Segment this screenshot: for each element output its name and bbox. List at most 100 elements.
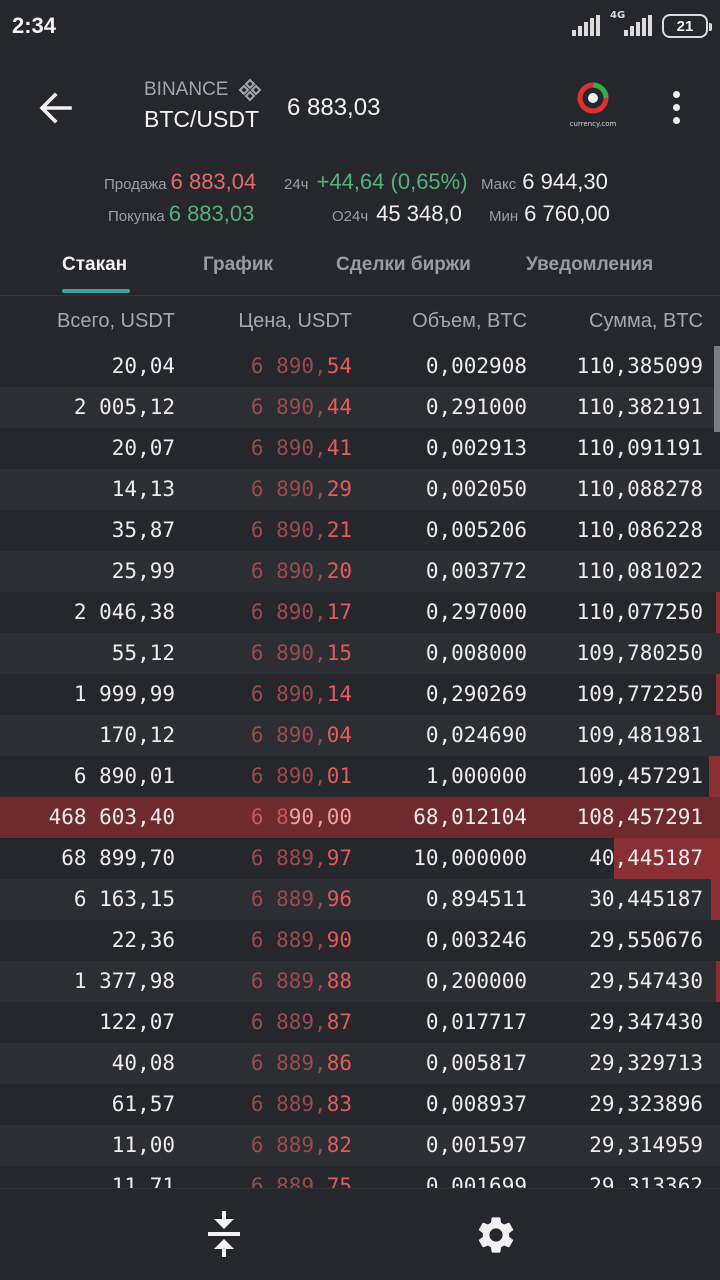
order-book-row[interactable]: 11,00 0,001597 29,314959 6 889,82	[0, 1125, 720, 1166]
row-price-prefix: 6 890,	[250, 641, 327, 665]
row-price: 6 890,44	[251, 395, 352, 419]
signal-4g-icon: 4G	[610, 10, 652, 36]
row-price-prefix: 6 889,	[250, 1174, 327, 1188]
row-total: 22,36	[111, 928, 175, 952]
order-book-row[interactable]: 61,57 0,008937 29,323896 6 889,83	[0, 1084, 720, 1125]
order-book-row[interactable]: 25,99 0,003772 110,081022 6 890,20	[0, 551, 720, 592]
order-book-row[interactable]: 35,87 0,005206 110,086228 6 890,21	[0, 510, 720, 551]
order-book-header: Всего, USDT Цена, USDT Объем, BTC Сумма,…	[0, 298, 720, 344]
status-bar: 2:34 4G 21	[0, 0, 720, 52]
order-book-row[interactable]: 6 890,01 1,000000 109,457291 6 890,01	[0, 756, 720, 797]
sell-value: 6 883,04	[170, 169, 257, 194]
row-price-prefix: 6 890,	[250, 559, 327, 583]
row-volume: 1,000000	[425, 764, 527, 788]
order-book-row[interactable]: 20,07 0,002913 110,091191 6 890,41	[0, 428, 720, 469]
row-price-suffix: 90	[326, 928, 352, 952]
depth-bar	[716, 961, 720, 1002]
row-price-prefix: 6 889,	[250, 887, 327, 911]
row-price-suffix: 82	[326, 1133, 352, 1157]
row-sum: 29,314959	[589, 1133, 703, 1157]
tab-bar: Стакан График Сделки биржи Уведомления	[0, 240, 720, 296]
tab-order-book[interactable]: Стакан	[62, 254, 127, 276]
row-volume: 0,005206	[425, 518, 527, 542]
col-total: Всего, USDT	[57, 310, 175, 332]
order-book-row[interactable]: 2 005,12 0,291000 110,382191 6 890,44	[0, 387, 720, 428]
arrow-left-icon[interactable]	[34, 86, 78, 130]
row-volume: 0,290269	[425, 682, 527, 706]
order-book-row[interactable]: 14,13 0,002050 110,088278 6 890,29	[0, 469, 720, 510]
change-value: +44,64 (0,65%)	[316, 169, 468, 194]
collapse-vertical-icon[interactable]	[204, 1209, 244, 1259]
row-total: 1 999,99	[73, 682, 175, 706]
row-volume: 0,008937	[425, 1092, 527, 1116]
trading-pair[interactable]: BTC/USDT	[144, 106, 259, 133]
row-sum: 109,780250	[576, 641, 703, 665]
row-price-suffix: 54	[326, 354, 352, 378]
status-icons: 4G 21	[572, 10, 712, 40]
row-total: 61,57	[111, 1092, 175, 1116]
order-book-row[interactable]: 2 046,38 0,297000 110,077250 6 890,17	[0, 592, 720, 633]
tab-chart[interactable]: График	[203, 254, 273, 276]
order-book-row[interactable]: 68 899,70 10,000000 40,445187 6 889,97	[0, 838, 720, 879]
tab-trades[interactable]: Сделки биржи	[336, 254, 471, 276]
sell-label: Продажа	[104, 176, 167, 193]
logo-caption: currency.com	[569, 120, 617, 128]
row-price-suffix: 41	[326, 436, 352, 460]
row-price-suffix: 75	[326, 1174, 352, 1188]
order-book-row[interactable]: 11,71 0,001699 29,313362 6 889,75	[0, 1166, 720, 1188]
row-volume: 0,008000	[425, 641, 527, 665]
row-volume: 0,200000	[425, 969, 527, 993]
order-book-row[interactable]: 40,08 0,005817 29,329713 6 889,86	[0, 1043, 720, 1084]
depth-bar	[716, 674, 720, 715]
row-total: 35,87	[111, 518, 175, 542]
buy-label: Покупка	[108, 208, 165, 225]
row-sum: 29,550676	[589, 928, 703, 952]
row-price: 6 889,83	[251, 1092, 352, 1116]
order-book-list[interactable]: 20,04 0,002908 110,385099 6 890,54 2 005,12 0…	[0, 346, 720, 1188]
order-book-row[interactable]: 6 163,15 0,894511 30,445187 6 889,96	[0, 879, 720, 920]
row-price: 6 890,01	[251, 764, 352, 788]
row-price: 6 890,00	[251, 805, 352, 829]
order-book-row-highlight[interactable]: 468 603,40 68,012104 108,457291 6 890,00	[0, 797, 720, 838]
scrollbar[interactable]	[714, 346, 720, 432]
row-price-suffix: 86	[326, 1051, 352, 1075]
row-total: 6 890,01	[73, 764, 175, 788]
gear-icon[interactable]	[474, 1213, 518, 1257]
order-book-row[interactable]: 22,36 0,003246 29,550676 6 889,90	[0, 920, 720, 961]
order-book-row[interactable]: 170,12 0,024690 109,481981 6 890,04	[0, 715, 720, 756]
row-price-suffix: 88	[326, 969, 352, 993]
battery-icon: 21	[662, 14, 712, 38]
row-total: 68 899,70	[61, 846, 175, 870]
col-price: Цена, USDT	[238, 310, 352, 332]
more-vertical-icon[interactable]	[664, 88, 688, 128]
status-time: 2:34	[12, 13, 57, 38]
order-book-row[interactable]: 55,12 0,008000 109,780250 6 890,15	[0, 633, 720, 674]
row-total: 11,00	[111, 1133, 175, 1157]
max-value: 6 944,30	[522, 169, 608, 194]
row-sum: 109,457291	[576, 764, 703, 788]
row-price: 6 890,29	[251, 477, 352, 501]
min-value: 6 760,00	[524, 201, 610, 226]
row-total: 25,99	[111, 559, 175, 583]
ticker-min: Мин 6 760,00	[489, 201, 610, 227]
row-price-prefix: 6 889,	[250, 1092, 327, 1116]
order-book-row[interactable]: 1 377,98 0,200000 29,547430 6 889,88	[0, 961, 720, 1002]
row-sum: 29,347430	[589, 1010, 703, 1034]
order-book-row[interactable]: 1 999,99 0,290269 109,772250 6 890,14	[0, 674, 720, 715]
max-label: Макс	[481, 176, 517, 193]
row-price-suffix: 29	[326, 477, 352, 501]
row-sum: 110,091191	[576, 436, 703, 460]
row-total: 20,04	[111, 354, 175, 378]
row-price-suffix: 14	[326, 682, 352, 706]
row-price-prefix: 6 890,	[250, 600, 327, 624]
order-book-row[interactable]: 20,04 0,002908 110,385099 6 890,54	[0, 346, 720, 387]
order-book-row[interactable]: 122,07 0,017717 29,347430 6 889,87	[0, 1002, 720, 1043]
ticker-volume: О24ч 45 348,0	[332, 201, 462, 227]
row-total: 2 046,38	[73, 600, 175, 624]
tab-notifications[interactable]: Уведомления	[526, 254, 653, 276]
col-sum: Сумма, BTC	[589, 310, 703, 332]
buy-value: 6 883,03	[168, 201, 255, 226]
row-price-prefix: 6 890,	[250, 682, 327, 706]
row-price-prefix: 6 890,	[250, 395, 327, 419]
row-price-prefix: 6 8	[250, 805, 289, 829]
